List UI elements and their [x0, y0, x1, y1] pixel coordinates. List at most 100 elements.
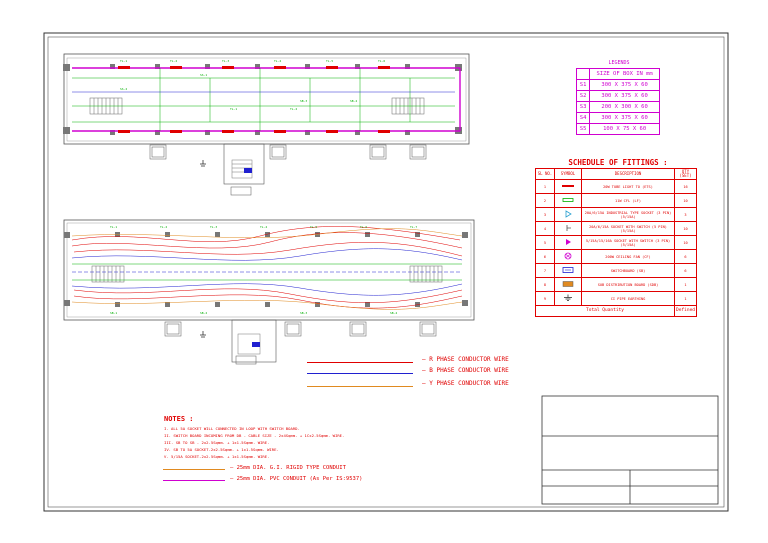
- svg-text:TL-6: TL-6: [378, 59, 385, 63]
- box-code: S5: [575, 123, 591, 135]
- box-code: S4: [575, 112, 591, 124]
- row-sl: 5: [535, 235, 555, 250]
- pvc-conduit-text: 25mm DIA. PVC CONDUIT (As Per IS:9537): [236, 476, 363, 482]
- svg-text:SS-1: SS-1: [200, 73, 207, 77]
- row-qty: 3: [674, 207, 697, 222]
- schedule-title: SCHEDULE OF FITTINGS :: [568, 158, 668, 167]
- row-qty: 10: [674, 221, 697, 236]
- row-desc: 200W CEILING FAN (CF): [580, 249, 676, 264]
- y-phase-label: — Y PHASE CONDUCTOR WIRE: [422, 380, 509, 387]
- row-sl: 1: [535, 179, 555, 194]
- gi-conduit-line: [163, 469, 225, 470]
- schedule-total-row: Total Quantity Defined: [534, 305, 697, 317]
- box-size: 300 X 375 X 60: [589, 90, 660, 102]
- svg-text:TL-5: TL-5: [326, 59, 333, 63]
- row-qty: 10: [674, 235, 697, 250]
- drawing-sheet: TL-1 TL-2 TL-3 TL-4 TL-5 TL-6 SS-1 SB-3 SB-4 S…: [0, 0, 768, 543]
- col-description: DESCRIPTION: [580, 168, 676, 180]
- schedule-row: 1 20W TUBE LIGHT TO (ETS) 16: [535, 179, 697, 194]
- total-label: Total Quantity: [534, 305, 676, 317]
- bottom-floor-plan: TL-1 TL-2 TL-3 TL-4 TL-5 TL-6 TL-7 SB-1 SB-2 S…: [63, 219, 475, 365]
- row-qty: 16: [674, 179, 697, 194]
- gi-conduit-text: 25mm DIA. G.I. RIGID TYPE CONDUIT: [236, 465, 346, 471]
- schedule-table: SL NO. SYMBOL DESCRIPTION QTY (SET) 1 20…: [534, 168, 697, 317]
- gi-conduit-label: — 25mm DIA. G.I. RIGID TYPE CONDUIT: [230, 465, 346, 471]
- note-item: IV. SB TO 5A SOCKET-2x2.5Sqmm. + 1x1.5Sq…: [164, 447, 279, 452]
- size-header: SIZE OF BOX IN mm: [589, 68, 660, 80]
- switchboard-icon: [554, 263, 582, 278]
- box-size: 200 X 300 X 60: [589, 101, 660, 113]
- box-code: S2: [575, 90, 591, 102]
- svg-text:TL-4: TL-4: [260, 225, 267, 229]
- svg-text:TL-7: TL-7: [410, 225, 417, 229]
- box-code: S1: [575, 79, 591, 91]
- schedule-row: 5 5/15A/15/16A SOCKET WITH SWITCH (3 PIN…: [535, 235, 697, 250]
- socket-switch-3pin-icon: [554, 235, 582, 250]
- schedule-row: 8 SUB DISTRIBUTION BOARD (SDB) 1: [535, 277, 697, 292]
- schedule-row: 7 SWITCHBOARD (SB) 6: [535, 263, 697, 278]
- row-sl: 9: [535, 291, 555, 306]
- svg-text:SB-4: SB-4: [390, 311, 397, 315]
- b-phase-line: [307, 373, 413, 374]
- row-sl: 2: [535, 193, 555, 208]
- box-size-row: S1 300 X 375 X 60: [575, 79, 660, 91]
- row-desc: SWITCHBOARD (SB): [580, 263, 676, 278]
- col-symbol: SYMBOL: [554, 168, 582, 180]
- r-phase-text: R PHASE CONDUCTOR WIRE: [429, 356, 509, 363]
- row-sl: 8: [535, 277, 555, 292]
- schedule-row: 2 11W CFL (LF) 10: [535, 193, 697, 208]
- box-size: 300 X 375 X 60: [589, 79, 660, 91]
- box-size-row: S4 300 X 375 X 60: [575, 112, 660, 124]
- svg-text:TL-3: TL-3: [222, 59, 229, 63]
- svg-text:TL-2: TL-2: [160, 225, 167, 229]
- row-qty: 10: [674, 193, 697, 208]
- svg-text:TL-2: TL-2: [290, 107, 297, 111]
- svg-text:SB-3: SB-3: [300, 311, 307, 315]
- col-sl: SL NO.: [535, 168, 555, 180]
- box-size: 300 X 375 X 60: [589, 112, 660, 124]
- top-floor-plan: TL-1 TL-2 TL-3 TL-4 TL-5 TL-6 SS-1 SB-3 SB-4 S…: [63, 53, 470, 196]
- schedule-row: 3 20A/6/15A INDUSTRIAL TYPE SOCKET (3 PI…: [535, 207, 697, 222]
- svg-text:TL-1: TL-1: [110, 225, 117, 229]
- b-phase-label: — B PHASE CONDUCTOR WIRE: [422, 367, 509, 374]
- b-phase-text: B PHASE CONDUCTOR WIRE: [429, 367, 509, 374]
- legend-title: LEGENDS: [608, 60, 630, 66]
- row-sl: 6: [535, 249, 555, 264]
- earthing-icon: [554, 291, 582, 306]
- box-code: S3: [575, 101, 591, 113]
- svg-text:SB-3: SB-3: [300, 99, 307, 103]
- socket-switch-icon: [554, 221, 582, 236]
- svg-text:TL-5: TL-5: [310, 225, 317, 229]
- svg-text:SB-4: SB-4: [350, 99, 357, 103]
- note-item: I. ALL 5A SOCKET WILL CONNECTED IN LOOP …: [164, 426, 300, 431]
- row-qty: 6: [674, 249, 697, 264]
- row-sl: 3: [535, 207, 555, 222]
- box-size-row: S5 100 X 75 X 60: [575, 123, 660, 135]
- note-item: III. SB TO SB - 2x2.5Sqmm. + 1x1.5Sqmm. …: [164, 440, 270, 445]
- row-qty: 1: [674, 277, 697, 292]
- schedule-row: 6 200W CEILING FAN (CF) 6: [535, 249, 697, 264]
- note-item: II. SWITCH BOARD INCOMING FROM DB - CABL…: [164, 433, 345, 438]
- row-desc: SUB DISTRIBUTION BOARD (SDB): [580, 277, 676, 292]
- row-qty: 6: [674, 263, 697, 278]
- svg-text:TL-4: TL-4: [274, 59, 281, 63]
- schedule-row: 4 20A/6/15A SOCKET WITH SWITCH (5 PIN) (…: [535, 221, 697, 236]
- note-item: V. 5/15A SOCKET-2x2.5Sqmm. + 1x1.5Sqmm. …: [164, 454, 270, 459]
- svg-text:SB-1: SB-1: [110, 311, 117, 315]
- title-block: [541, 395, 719, 505]
- distribution-board-icon: [554, 277, 582, 292]
- industrial-socket-icon: [554, 207, 582, 222]
- svg-text:TL-1: TL-1: [120, 59, 127, 63]
- total-value: Defined: [674, 305, 697, 317]
- row-sl: 7: [535, 263, 555, 278]
- r-phase-line: [307, 362, 413, 363]
- pvc-conduit-line: [163, 480, 225, 481]
- svg-text:TL-3: TL-3: [210, 225, 217, 229]
- notes-title: NOTES :: [164, 415, 194, 423]
- cfl-icon: [554, 193, 582, 208]
- box-size: 100 X 75 X 60: [589, 123, 660, 135]
- box-size-row: S2 300 X 375 X 60: [575, 90, 660, 102]
- box-size-row: S3 200 X 300 X 60: [575, 101, 660, 113]
- row-desc: 20A/6/15A SOCKET WITH SWITCH (5 PIN) (5/…: [580, 221, 676, 236]
- tube-light-icon: [554, 179, 582, 194]
